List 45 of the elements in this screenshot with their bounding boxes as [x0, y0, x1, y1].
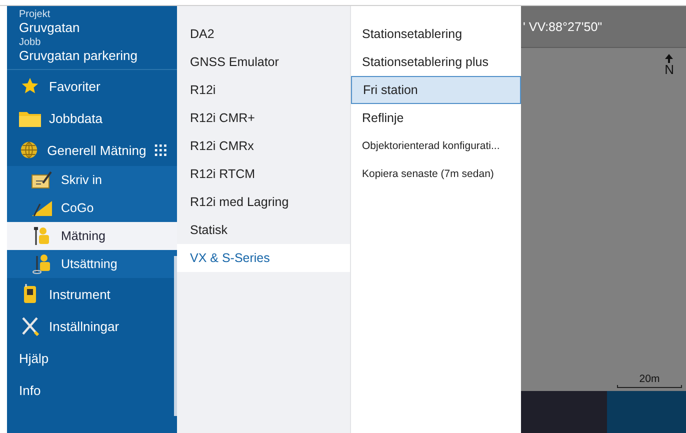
- sidebar-item[interactable]: Inställningar: [7, 310, 177, 342]
- menu-item[interactable]: Kopiera senaste (7m sedan): [351, 160, 521, 188]
- project-name: Gruvgatan: [19, 20, 81, 35]
- sidebar-item[interactable]: Jobbdata: [7, 102, 177, 134]
- surveyor-icon: [32, 254, 52, 274]
- menu-item[interactable]: VX & S-Series: [177, 244, 350, 272]
- menu-item[interactable]: R12i: [177, 76, 350, 104]
- menu-item[interactable]: GNSS Emulator: [177, 48, 350, 76]
- project-label: Projekt: [19, 9, 52, 20]
- menu-item[interactable]: R12i med Lagring: [177, 188, 350, 216]
- job-name: Gruvgatan parkering: [19, 48, 139, 63]
- sidebar-item[interactable]: Utsättning: [7, 250, 177, 278]
- star-icon: [21, 77, 39, 95]
- menu-item[interactable]: Fri station: [351, 76, 521, 104]
- handheld-device-icon: [23, 284, 37, 304]
- sidebar-item[interactable]: Generell Mätning: [7, 134, 177, 166]
- pencil-form-icon: [31, 171, 53, 189]
- tools-icon: [20, 316, 40, 336]
- menu-item[interactable]: Statisk: [177, 216, 350, 244]
- folder-icon: [19, 110, 41, 126]
- surveyor-icon: [32, 226, 52, 246]
- menu-item[interactable]: R12i RTCM: [177, 160, 350, 188]
- menu-item[interactable]: R12i CMRx: [177, 132, 350, 160]
- sidebar-item[interactable]: Favoriter: [7, 70, 177, 102]
- sidebar-item[interactable]: Mätning: [7, 222, 177, 250]
- sidebar-item[interactable]: Instrument: [7, 278, 177, 310]
- scrollbar[interactable]: [174, 256, 177, 416]
- north-label: N: [664, 63, 674, 76]
- menu-item[interactable]: Stationsetablering plus: [351, 48, 521, 76]
- menu-item[interactable]: Objektorienterad konfigurati...: [351, 132, 521, 160]
- globe-icon: [20, 141, 38, 159]
- scale-bar: 20m: [617, 374, 682, 388]
- sidebar-item[interactable]: CoGo: [7, 194, 177, 222]
- menu-item[interactable]: DA2: [177, 20, 350, 48]
- triangle-ruler-icon: [31, 199, 53, 217]
- menu-item[interactable]: Stationsetablering: [351, 20, 521, 48]
- angle-readout: ' VV:88°27'50": [523, 20, 602, 34]
- north-arrow-icon: [665, 54, 674, 63]
- sidebar-item[interactable]: Hjälp: [7, 342, 177, 374]
- grid-icon[interactable]: [154, 143, 167, 157]
- menu-item[interactable]: Reflinje: [351, 104, 521, 132]
- job-label: Jobb: [19, 37, 42, 48]
- sidebar-item[interactable]: Skriv in: [7, 166, 177, 194]
- sidebar-item[interactable]: Info: [7, 374, 177, 406]
- menu-item[interactable]: R12i CMR+: [177, 104, 350, 132]
